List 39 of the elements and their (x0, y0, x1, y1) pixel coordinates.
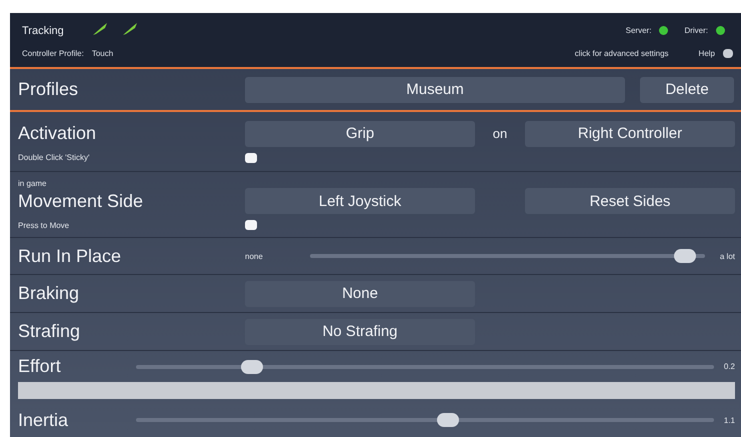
slider-value: 0.2 (724, 362, 735, 371)
on-label: on (492, 126, 508, 141)
section-label: Run In Place (18, 246, 122, 266)
braking-dropdown[interactable]: None (245, 280, 475, 306)
profile-dropdown[interactable]: Museum (245, 76, 625, 102)
max-label: a lot (720, 252, 735, 260)
delete-button[interactable]: Delete (640, 76, 734, 102)
side-dropdown[interactable]: Left Joystick (245, 188, 475, 214)
option-label: Double Click 'Sticky' (18, 153, 91, 162)
profile-value: Touch (92, 48, 114, 58)
option-label: Press to Move (18, 220, 70, 230)
strafing-dropdown[interactable]: No Strafing (245, 318, 475, 344)
slider-thumb[interactable] (437, 413, 460, 427)
status-label: Driver: (684, 26, 708, 36)
reset-sides-button[interactable]: Reset Sides (525, 188, 735, 214)
slider-thumb[interactable] (674, 249, 696, 263)
controller-dropdown[interactable]: Right Controller (525, 120, 735, 146)
section-label: Profiles (18, 79, 80, 100)
min-label: none (245, 252, 264, 260)
wand-icon (92, 22, 108, 36)
help-toggle[interactable] (723, 48, 733, 58)
checkbox[interactable] (245, 220, 257, 230)
profile-label: Controller Profile: (22, 48, 84, 58)
status-label: Server: (626, 26, 652, 36)
section-label: Effort (18, 356, 62, 377)
section-label: Inertia (18, 410, 70, 430)
section-label: Braking (18, 283, 80, 304)
section-label: Activation (18, 123, 98, 144)
slider-value: 1.1 (724, 416, 735, 424)
checkbox[interactable] (245, 152, 257, 162)
activation-dropdown[interactable]: Grip (245, 120, 475, 146)
caption: in game (18, 179, 48, 188)
advanced-settings-link[interactable]: click for advanced settings (574, 48, 669, 58)
slider-thumb[interactable] (240, 360, 263, 374)
help-label: Help (698, 48, 715, 58)
wand-icon (122, 22, 138, 36)
section-label: Movement Side (18, 190, 144, 212)
section-label: Strafing (18, 321, 82, 342)
tracking-label: Tracking (22, 24, 64, 37)
